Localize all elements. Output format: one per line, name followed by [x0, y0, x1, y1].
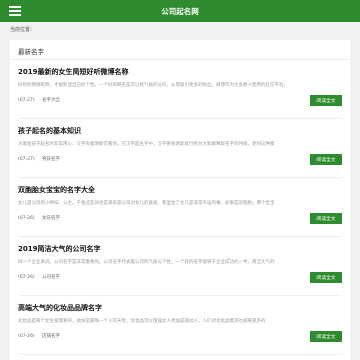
- article-list: 2019最新的女生简短好听微博名称 好听的网络昵称，才能彰显自己的个性。一个好的…: [10, 60, 350, 355]
- article-title[interactable]: 2019最新的女生简短好听微博名称: [18, 67, 128, 77]
- article-excerpt: 化妆品是每个女生很需要的，妆扮是最每一个人的天性，化妆品可以增强女人更加美丽动人…: [18, 319, 266, 324]
- read-more-button[interactable]: 阅读全文: [310, 154, 342, 165]
- article-meta: (07-26) 公司名字: [18, 274, 60, 280]
- article-date: (07-27): [18, 157, 35, 162]
- article-date: (07-26): [18, 275, 35, 280]
- article-title[interactable]: 2019简洁大气的公司名字: [18, 244, 100, 254]
- site-title: 公司起名网: [161, 6, 199, 16]
- article-title[interactable]: 孩子起名的基本知识: [18, 126, 81, 136]
- article-title[interactable]: 高端大气的化妆品品牌名字: [18, 303, 102, 313]
- article-category[interactable]: 公司名字: [42, 275, 60, 280]
- article-meta: (07-26) 女孩名字: [18, 215, 60, 221]
- breadcrumb: 当前位置：: [10, 27, 36, 33]
- list-item: 高端大气的化妆品品牌名字 化妆品是每个女生很需要的，妆扮是最每一个人的天性，化妆…: [18, 296, 342, 355]
- article-meta: (07-27) 男孩名字: [18, 156, 60, 162]
- list-item: 孩子起名的基本知识 大家给孩子起名时非常用心，汉字有着明即可看到，在汉字起名字中…: [18, 119, 342, 178]
- top-bar: 公司起名网: [0, 0, 360, 22]
- latest-names-panel: 最新名字 2019最新的女生简短好听微博名称 好听的网络昵称，才能彰显自己的个性…: [10, 40, 350, 360]
- list-item: 2019最新的女生简短好听微博名称 好听的网络昵称，才能彰显自己的个性。一个好的…: [18, 60, 342, 119]
- article-excerpt: 同一个企业来说，公司名字是非常重要的。公司名字代表着公司的气质与个性，一个好的名…: [18, 260, 275, 265]
- section-title: 最新名字: [10, 40, 350, 60]
- article-excerpt: 大家给孩子起名时非常用心，汉字有着明即可看到，在汉字起名字中，汉字要有明即就行给…: [18, 142, 275, 147]
- article-category[interactable]: 女孩名字: [42, 216, 60, 221]
- article-category[interactable]: 店铺名字: [42, 334, 60, 339]
- article-excerpt: 女儿是父母的小棉袄，公主。千金这些词也是来形容父母对女儿的喜爱。家里生了女儿是非…: [18, 201, 275, 206]
- article-meta: (07-26) 店铺名字: [18, 333, 60, 339]
- list-item: 2019简洁大气的公司名字 同一个企业来说，公司名字是非常重要的。公司名字代表着…: [18, 237, 342, 296]
- menu-icon[interactable]: [9, 6, 21, 16]
- article-excerpt: 好听的网络昵称，才能彰显自己的个性。一个好的网名是可以给气质的分的，从而吸引更多…: [18, 83, 288, 88]
- list-item: 双胞胎女宝宝的名字大全 女儿是父母的小棉袄，公主。千金这些词也是来形容父母对女儿…: [18, 178, 342, 237]
- article-title[interactable]: 双胞胎女宝宝的名字大全: [18, 185, 95, 195]
- article-date: (07-26): [18, 216, 35, 221]
- read-more-button[interactable]: 阅读全文: [310, 331, 342, 342]
- read-more-button[interactable]: 阅读全文: [310, 213, 342, 224]
- article-date: (07-26): [18, 334, 35, 339]
- article-category[interactable]: 名字大全: [42, 98, 60, 103]
- article-meta: (07-27) 名字大全: [18, 97, 60, 103]
- read-more-button[interactable]: 阅读全文: [310, 272, 342, 283]
- read-more-button[interactable]: 阅读全文: [310, 95, 342, 106]
- article-date: (07-27): [18, 98, 35, 103]
- article-category[interactable]: 男孩名字: [42, 157, 60, 162]
